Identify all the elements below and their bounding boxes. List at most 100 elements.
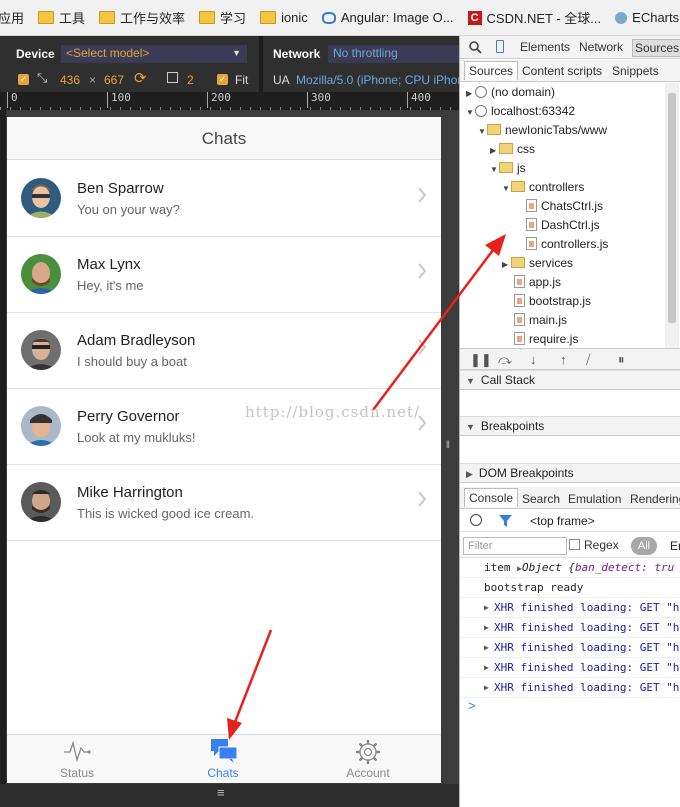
console-xhr-line[interactable]: ▶ XHR finished loading: GET "h <box>460 658 680 678</box>
filter-icon[interactable] <box>499 515 512 527</box>
chat-bubbles-icon <box>211 739 238 763</box>
js-file-icon <box>514 275 525 288</box>
tab-network[interactable]: Network <box>579 40 623 54</box>
pause-on-exceptions-icon[interactable]: ⏸ <box>618 352 625 368</box>
tab-account[interactable]: Account <box>318 735 418 783</box>
tree-file[interactable]: ChatsCtrl.js <box>526 197 603 216</box>
tab-search[interactable]: Search <box>522 492 560 506</box>
sources-tree: ▶ (no domain) ▼ localhost:63342 ▼ newIonicT… <box>460 83 665 348</box>
subtab-content-scripts[interactable]: Content scripts <box>522 64 602 78</box>
tree-node-js[interactable]: ▼ js <box>490 159 526 178</box>
height-input[interactable]: 667 <box>104 73 124 87</box>
tab-status[interactable]: Status <box>27 735 127 783</box>
step-into-icon[interactable]: ↓ <box>530 352 537 367</box>
tree-scrollbar[interactable] <box>665 83 679 348</box>
device-pixel-ratio[interactable]: 2 <box>187 73 194 87</box>
deactivate-breakpoints-icon[interactable]: ⧸ <box>586 352 590 368</box>
swap-dimensions-icon[interactable]: ⟳ <box>134 69 147 87</box>
resolution-checkbox[interactable]: ✓ <box>18 74 29 85</box>
pause-icon[interactable]: ❚❚ <box>470 352 492 368</box>
dom-breakpoints-section[interactable]: ▶ DOM Breakpoints <box>460 463 680 483</box>
bookmark-folder-work[interactable]: 工作与效率 <box>99 8 185 27</box>
device-mode-icon[interactable] <box>496 40 504 53</box>
console-xhr-line[interactable]: ▶ XHR finished loading: GET "h <box>460 638 680 658</box>
bookmark-apps[interactable]: 应用 <box>0 8 24 27</box>
clear-console-icon[interactable] <box>470 514 482 526</box>
tree-file[interactable]: controllers.js <box>526 235 608 254</box>
tree-node-controllers[interactable]: ▼ controllers <box>502 178 584 197</box>
tab-rendering[interactable]: Rendering <box>630 492 680 506</box>
bookmark-angular[interactable]: Angular: Image O... <box>321 10 454 25</box>
resize-handle-vertical[interactable]: ‖ <box>444 440 452 460</box>
level-errors-button[interactable]: Er <box>670 539 680 553</box>
call-stack-section[interactable]: ▼ Call Stack <box>460 370 680 390</box>
filter-input[interactable]: Filter <box>463 537 567 555</box>
regex-checkbox[interactable]: Regex <box>569 538 619 552</box>
chat-list-item[interactable]: Adam Bradleyson I should buy a boat <box>7 313 441 389</box>
chevron-down-icon: ▼ <box>232 48 241 58</box>
tab-chats[interactable]: Chats <box>173 735 273 783</box>
js-file-icon <box>526 199 537 212</box>
drawer-tabs: Console Search Emulation Rendering <box>460 487 680 509</box>
js-file-icon <box>514 313 525 326</box>
tab-sources[interactable]: Sources <box>632 39 680 57</box>
emulation-bottom-bar: ≡ <box>0 784 459 807</box>
tab-label: Account <box>346 766 390 780</box>
tree-node-project[interactable]: ▼ newIonicTabs/www <box>478 121 607 140</box>
bookmark-folder-tools[interactable]: 工具 <box>38 8 85 27</box>
device-select[interactable]: <Select model> ▼ <box>61 45 247 63</box>
level-all-button[interactable]: All <box>631 537 657 555</box>
avatar <box>21 330 61 370</box>
inspect-icon[interactable] <box>469 41 482 54</box>
angular-icon <box>321 11 336 24</box>
width-input[interactable]: 436 <box>60 73 80 87</box>
bookmarks-bar: 应用 工具 工作与效率 学习 ionic Angular: Image O...… <box>0 0 680 36</box>
gear-icon <box>356 740 380 764</box>
chat-list-item[interactable]: Ben Sparrow You on your way? <box>7 161 441 237</box>
debugger-toolbar: ❚❚ ⤼ ↓ ↑ ⧸ ⏸ <box>460 348 680 370</box>
chat-name: Mike Harrington <box>77 484 183 501</box>
sources-subtabs: Sources Content scripts Snippets <box>460 60 680 82</box>
fit-checkbox[interactable]: ✓ <box>217 74 228 85</box>
chat-name: Max Lynx <box>77 256 141 273</box>
step-out-icon[interactable]: ↑ <box>560 352 567 367</box>
console-xhr-line[interactable]: ▶ XHR finished loading: GET "h <box>460 618 680 638</box>
tab-elements[interactable]: Elements <box>520 40 570 54</box>
devtools-panel: Elements Network Sources Sources Content… <box>459 36 680 807</box>
tree-file[interactable]: DashCtrl.js <box>526 216 600 235</box>
tree-file[interactable]: app.js <box>514 273 561 292</box>
bookmark-csdn[interactable]: C CSDN.NET - 全球... <box>467 8 601 27</box>
network-select[interactable]: No throttling <box>328 45 459 63</box>
user-agent-input[interactable]: Mozilla/5.0 (iPhone; CPU iPhon <box>296 73 459 87</box>
zoom-icon <box>167 72 178 83</box>
csdn-icon: C <box>467 10 482 25</box>
bookmark-echarts[interactable]: ECharts · S <box>615 10 680 25</box>
tree-file[interactable]: main.js <box>514 311 567 330</box>
tree-node-css[interactable]: ▶ css <box>490 140 535 159</box>
subtab-sources[interactable]: Sources <box>464 61 519 80</box>
breakpoints-section[interactable]: ▼ Breakpoints <box>460 416 680 436</box>
chat-name: Ben Sparrow <box>77 180 164 197</box>
chat-list-item[interactable]: Mike Harrington This is wicked good ice … <box>7 465 441 541</box>
bookmark-folder-ionic[interactable]: ionic <box>260 10 308 25</box>
tree-node-host[interactable]: ▼ localhost:63342 <box>466 102 575 121</box>
console-xhr-line[interactable]: ▶ XHR finished loading: GET "h <box>460 678 680 698</box>
console-prompt[interactable]: > <box>468 698 476 713</box>
chat-list-item[interactable]: Perry Governor Look at my mukluks! <box>7 389 441 465</box>
subtab-snippets[interactable]: Snippets <box>612 64 659 78</box>
step-over-icon[interactable]: ⤼ <box>498 352 512 368</box>
tree-node-services[interactable]: ▶ services <box>502 254 573 273</box>
tree-file[interactable]: bootstrap.js <box>514 292 591 311</box>
console-xhr-line[interactable]: ▶ XHR finished loading: GET "h <box>460 598 680 618</box>
chat-list-item[interactable]: Max Lynx Hey, it's me <box>7 237 441 313</box>
frame-select[interactable]: <top frame> <box>530 514 595 528</box>
tab-emulation[interactable]: Emulation <box>568 492 621 506</box>
tab-console[interactable]: Console <box>464 488 519 507</box>
dimension-separator: × <box>89 73 97 87</box>
resize-handle-horizontal[interactable]: ≡ <box>217 785 225 800</box>
tree-node-no-domain[interactable]: ▶ (no domain) <box>466 83 555 102</box>
chat-name: Adam Bradleyson <box>77 332 196 349</box>
tree-file[interactable]: require.js <box>514 330 578 349</box>
bookmark-folder-study[interactable]: 学习 <box>199 8 246 27</box>
network-label: Network <box>273 47 321 61</box>
